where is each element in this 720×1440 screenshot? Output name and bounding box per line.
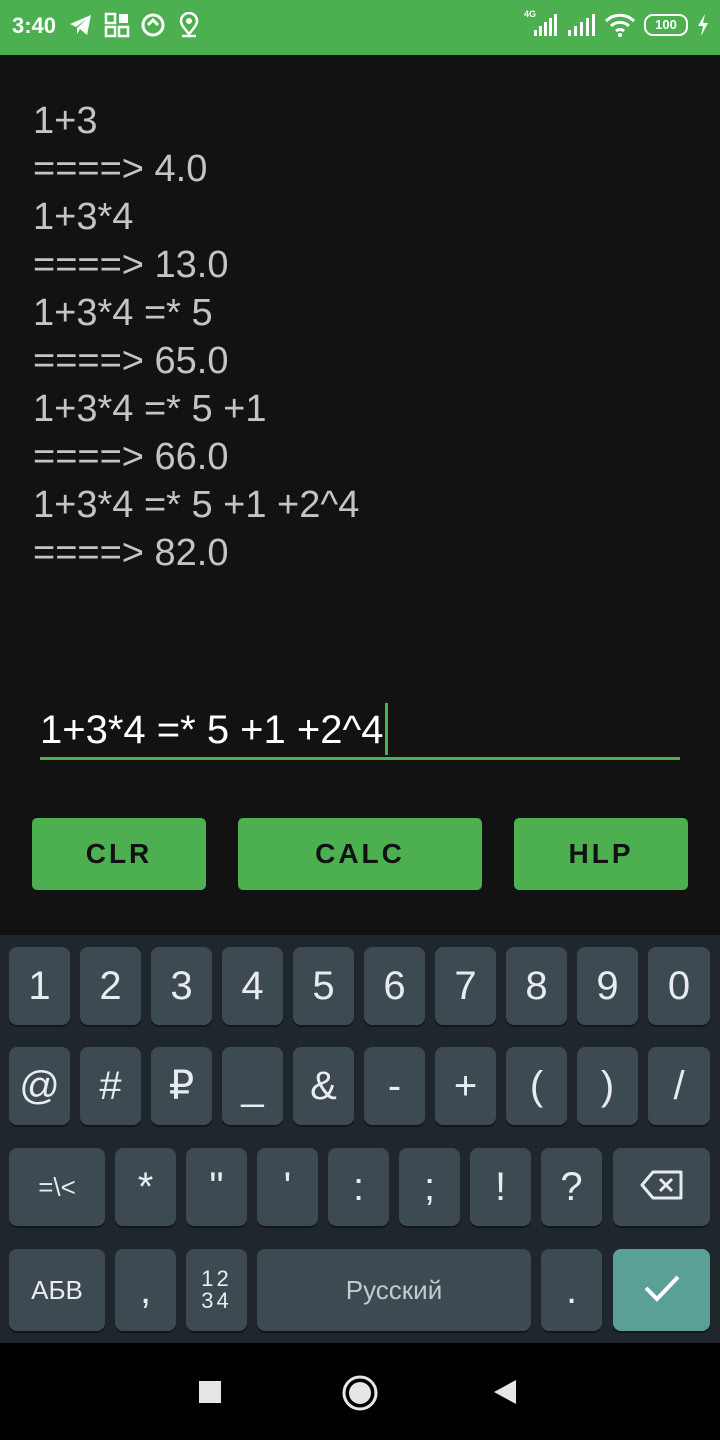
- key-9[interactable]: 9: [577, 947, 638, 1025]
- apps-icon: [104, 12, 130, 38]
- sync-icon: [140, 12, 166, 38]
- notification-icons: [68, 12, 202, 38]
- key-layout-switch[interactable]: АБВ: [9, 1249, 105, 1331]
- history-log: 1+3 ====> 4.0 1+3*4 ====> 13.0 1+3*4 =* …: [33, 97, 359, 577]
- wifi-icon: [604, 12, 636, 38]
- key-more-symbols[interactable]: =\<: [9, 1148, 105, 1226]
- history-line: 1+3*4 =* 5 +1: [33, 388, 267, 430]
- expression-input-value: 1+3*4 =* 5 +1 +2^4: [40, 708, 384, 752]
- recents-icon[interactable]: [198, 1380, 222, 1409]
- key-4[interactable]: 4: [222, 947, 283, 1025]
- key-open-paren[interactable]: (: [506, 1047, 567, 1125]
- key-3[interactable]: 3: [151, 947, 212, 1025]
- key-5[interactable]: 5: [293, 947, 354, 1025]
- checkmark-icon: [642, 1272, 682, 1309]
- key-0[interactable]: 0: [648, 947, 710, 1025]
- location-icon: [176, 12, 202, 38]
- status-time: 3:40: [12, 13, 57, 38]
- key-question[interactable]: ?: [541, 1148, 602, 1226]
- space-key[interactable]: Русский: [257, 1249, 531, 1331]
- signal-icon-2: [566, 12, 596, 38]
- key-double-quote[interactable]: ": [186, 1148, 247, 1226]
- key-2[interactable]: 2: [80, 947, 141, 1025]
- signal-icon: 4G: [522, 9, 558, 38]
- history-line: ====> 82.0: [33, 532, 229, 574]
- network-type-label: 4G: [524, 9, 537, 19]
- back-icon[interactable]: [492, 1378, 520, 1411]
- system-icons: 4G 100: [522, 9, 710, 38]
- history-line: ====> 4.0: [33, 148, 208, 190]
- key-close-paren[interactable]: ): [577, 1047, 638, 1125]
- key-minus[interactable]: -: [364, 1047, 425, 1125]
- charging-icon: [696, 12, 710, 38]
- calc-button[interactable]: CALC: [238, 818, 482, 890]
- history-line: ====> 13.0: [33, 244, 229, 286]
- on-screen-keyboard: 1 2 3 4 5 6 7 8 9 0 @ # ₽ _ & - + ( ) / …: [0, 935, 720, 1343]
- key-plus[interactable]: +: [435, 1047, 496, 1125]
- calculator-app: 1+3 ====> 4.0 1+3*4 ====> 13.0 1+3*4 =* …: [0, 55, 720, 935]
- key-slash[interactable]: /: [648, 1047, 710, 1125]
- expression-input[interactable]: 1+3*4 =* 5 +1 +2^4: [40, 695, 680, 760]
- telegram-icon: [68, 12, 94, 38]
- key-numpad-switch[interactable]: 12 34: [186, 1249, 247, 1331]
- key-ampersand[interactable]: &: [293, 1047, 354, 1125]
- history-line: 1+3*4 =* 5 +1 +2^4: [33, 484, 360, 526]
- key-single-quote[interactable]: ': [257, 1148, 318, 1226]
- status-bar: 3:40 4G 100: [0, 0, 720, 55]
- key-7[interactable]: 7: [435, 947, 496, 1025]
- battery-icon: 100: [644, 14, 688, 36]
- key-hash[interactable]: #: [80, 1047, 141, 1125]
- key-6[interactable]: 6: [364, 947, 425, 1025]
- key-ruble[interactable]: ₽: [151, 1047, 212, 1125]
- done-key[interactable]: [613, 1249, 710, 1331]
- backspace-key[interactable]: [613, 1148, 710, 1226]
- history-line: 1+3*4: [33, 196, 134, 238]
- home-icon[interactable]: [341, 1374, 379, 1417]
- clear-button[interactable]: CLR: [32, 818, 206, 890]
- key-8[interactable]: 8: [506, 947, 567, 1025]
- history-line: 1+3: [33, 100, 98, 142]
- key-1[interactable]: 1: [9, 947, 70, 1025]
- key-period[interactable]: .: [541, 1249, 602, 1331]
- key-asterisk[interactable]: *: [115, 1148, 176, 1226]
- key-comma[interactable]: ,: [115, 1249, 176, 1331]
- key-exclamation[interactable]: !: [470, 1148, 531, 1226]
- key-at[interactable]: @: [9, 1047, 70, 1125]
- help-button[interactable]: HLP: [514, 818, 688, 890]
- history-line: ====> 66.0: [33, 436, 229, 478]
- numpad-label-bottom: 34: [201, 1288, 232, 1313]
- key-colon[interactable]: :: [328, 1148, 389, 1226]
- history-line: 1+3*4 =* 5: [33, 292, 213, 334]
- history-line: ====> 65.0: [33, 340, 229, 382]
- navigation-bar: [0, 1343, 720, 1440]
- text-caret: [384, 703, 388, 755]
- numpad-label-top: 12: [201, 1266, 232, 1291]
- key-underscore[interactable]: _: [222, 1047, 283, 1125]
- key-semicolon[interactable]: ;: [399, 1148, 460, 1226]
- backspace-icon: [640, 1169, 684, 1206]
